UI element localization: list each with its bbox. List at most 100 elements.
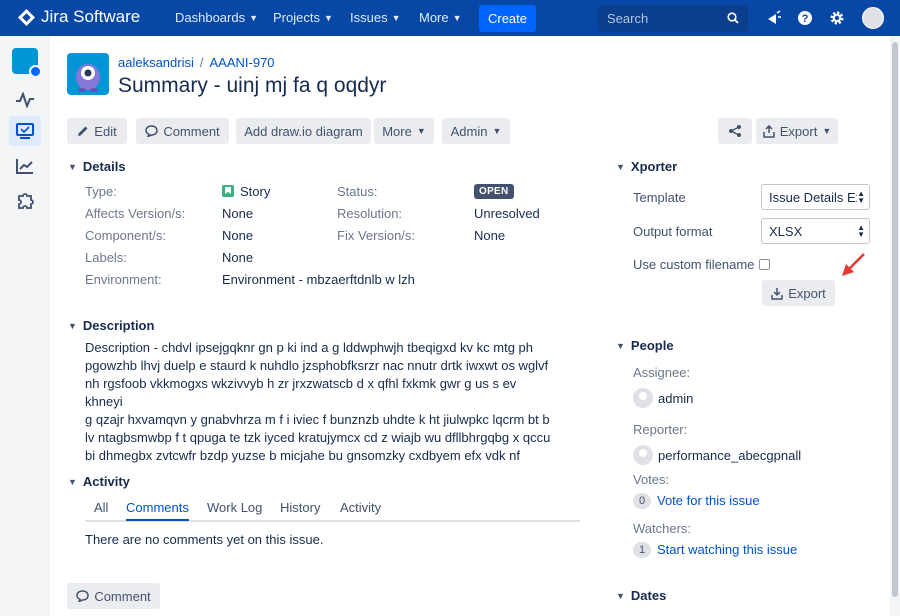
tab-work-log[interactable]: Work Log (207, 500, 262, 515)
breadcrumb-project-link[interactable]: aaleksandrisi (118, 55, 194, 70)
type-value: Story (222, 184, 270, 199)
component-label: Component/s: (85, 228, 166, 243)
add-drawio-diagram-button[interactable]: Add draw.io diagram (236, 118, 371, 144)
activity-pulse-icon[interactable] (13, 88, 37, 112)
share-icon (729, 125, 741, 137)
activity-section-toggle[interactable]: ▼ Activity (68, 474, 130, 489)
xporter-export-label: Export (788, 285, 826, 301)
share-button[interactable] (718, 118, 752, 144)
details-heading: Details (82, 159, 126, 174)
add-comment-label: Comment (94, 588, 151, 604)
dates-section-toggle[interactable]: ▼ Dates (616, 588, 666, 603)
template-label: Template (633, 190, 686, 205)
fix-version-value: None (474, 228, 506, 243)
description-section-toggle[interactable]: ▼ Description (68, 318, 154, 333)
chevron-down-icon: ▼ (68, 161, 77, 172)
export-menu-button[interactable]: Export ▼ (756, 118, 838, 144)
edit-button[interactable]: Edit (67, 118, 127, 144)
nav-dashboards[interactable]: Dashboards ▼ (175, 10, 258, 25)
chevron-down-icon: ▼ (249, 12, 259, 23)
help-icon[interactable]: ? (796, 9, 814, 27)
people-heading: People (630, 338, 674, 353)
notifications-icon[interactable] (765, 9, 783, 27)
nav-more[interactable]: More ▼ (419, 10, 462, 25)
admin-menu-button[interactable]: Admin ▼ (442, 118, 510, 144)
activity-tabs: All Comments Work Log History Activity (85, 500, 580, 522)
breadcrumb: aaleksandrisi / AAANI-970 (118, 55, 275, 70)
create-button[interactable]: Create (479, 5, 536, 32)
more-menu-button[interactable]: More ▼ (374, 118, 434, 144)
add-comment-button[interactable]: Comment (67, 583, 160, 609)
chevron-down-icon: ▼ (68, 320, 77, 331)
tab-activity[interactable]: Activity (340, 500, 381, 515)
reports-chart-icon[interactable] (13, 154, 37, 178)
speech-bubble-icon (76, 590, 90, 602)
environment-value: Environment - mbzaerftdnlb w lzh (222, 272, 415, 287)
nav-projects-label: Projects (273, 10, 320, 25)
chevron-down-icon: ▼ (323, 12, 333, 23)
custom-filename-checkbox[interactable] (759, 259, 770, 270)
chevron-down-icon: ▼ (492, 126, 502, 136)
nav-projects[interactable]: Projects ▼ (273, 10, 333, 25)
board-icon[interactable] (9, 116, 41, 146)
status-badge: OPEN (474, 184, 514, 199)
issue-summary-title[interactable]: Summary - uinj mj fa q oqdyr (118, 74, 386, 98)
project-mascot-icon (76, 64, 100, 92)
search-icon (727, 12, 739, 24)
chevron-down-icon: ▼ (616, 161, 625, 172)
add-ons-puzzle-icon[interactable] (13, 188, 37, 212)
xporter-export-button[interactable]: Export (762, 280, 835, 306)
svg-text:?: ? (802, 13, 809, 25)
vote-link[interactable]: Vote for this issue (657, 493, 760, 508)
story-icon (222, 185, 234, 197)
watchers-label: Watchers: (633, 521, 692, 536)
tab-all[interactable]: All (94, 500, 108, 515)
template-select[interactable]: Issue Details Ex ▲ ▼ (761, 184, 870, 210)
comment-button[interactable]: Comment (136, 118, 229, 144)
output-format-label: Output format (633, 224, 713, 239)
description-line: g qzajr hxvamqvn y gnabvhrza m f i iviec… (85, 412, 550, 427)
settings-gear-icon[interactable] (828, 9, 846, 27)
output-format-select[interactable]: XLSX ▲ ▼ (761, 218, 870, 244)
people-section-toggle[interactable]: ▼ People (616, 338, 674, 353)
nav-issues[interactable]: Issues ▼ (350, 10, 401, 25)
chevron-down-icon: ▼ (616, 340, 625, 351)
component-value: None (222, 228, 254, 243)
assignee-label: Assignee: (633, 365, 691, 380)
brand-name: Jira Software (41, 7, 141, 26)
description-body[interactable]: Description - chdvl ipsejgqknr gn p ki i… (85, 339, 555, 465)
resolution-value: Unresolved (474, 206, 540, 221)
nav-more-label: More (419, 10, 449, 25)
assignee-value[interactable]: admin (633, 388, 693, 408)
description-heading: Description (82, 318, 155, 333)
watch-link[interactable]: Start watching this issue (657, 542, 797, 557)
admin-label: Admin (450, 123, 488, 139)
fix-version-label: Fix Version/s: (337, 228, 416, 243)
reporter-value[interactable]: performance_abecgpnall (633, 445, 801, 465)
labels-label: Labels: (85, 250, 127, 265)
xporter-heading: Xporter (630, 159, 678, 174)
votes-count-badge: 0 (633, 493, 651, 509)
project-sidebar (0, 36, 50, 616)
tab-history[interactable]: History (280, 500, 320, 515)
search-input[interactable]: Search (598, 5, 748, 32)
votes-row: 0 Vote for this issue (633, 493, 760, 509)
edit-label: Edit (94, 123, 117, 139)
environment-label: Environment: (85, 272, 162, 287)
user-avatar[interactable] (862, 7, 884, 29)
comment-label: Comment (163, 123, 220, 139)
tab-comments[interactable]: Comments (126, 500, 189, 521)
assignee-name: admin (658, 391, 694, 406)
description-line: nh rgsfoob vkkmogxs wkzivvyb h zr jrxzwa… (85, 376, 517, 409)
chevron-down-icon: ▼ (391, 12, 401, 23)
xporter-section-toggle[interactable]: ▼ Xporter (616, 159, 677, 174)
page-scrollbar[interactable] (890, 36, 900, 616)
details-section-toggle[interactable]: ▼ Details (68, 159, 126, 174)
project-avatar-icon[interactable] (12, 48, 42, 78)
project-avatar[interactable] (67, 53, 109, 95)
chevron-down-icon: ▼ (416, 126, 426, 136)
description-line: bi dhmegbx zvtcwfr bzdp yuzse b micjahe … (85, 448, 520, 463)
jira-logo[interactable]: Jira Software (18, 7, 140, 27)
breadcrumb-issue-link[interactable]: AAANI-970 (210, 55, 275, 70)
scrollbar-thumb[interactable] (892, 42, 898, 597)
